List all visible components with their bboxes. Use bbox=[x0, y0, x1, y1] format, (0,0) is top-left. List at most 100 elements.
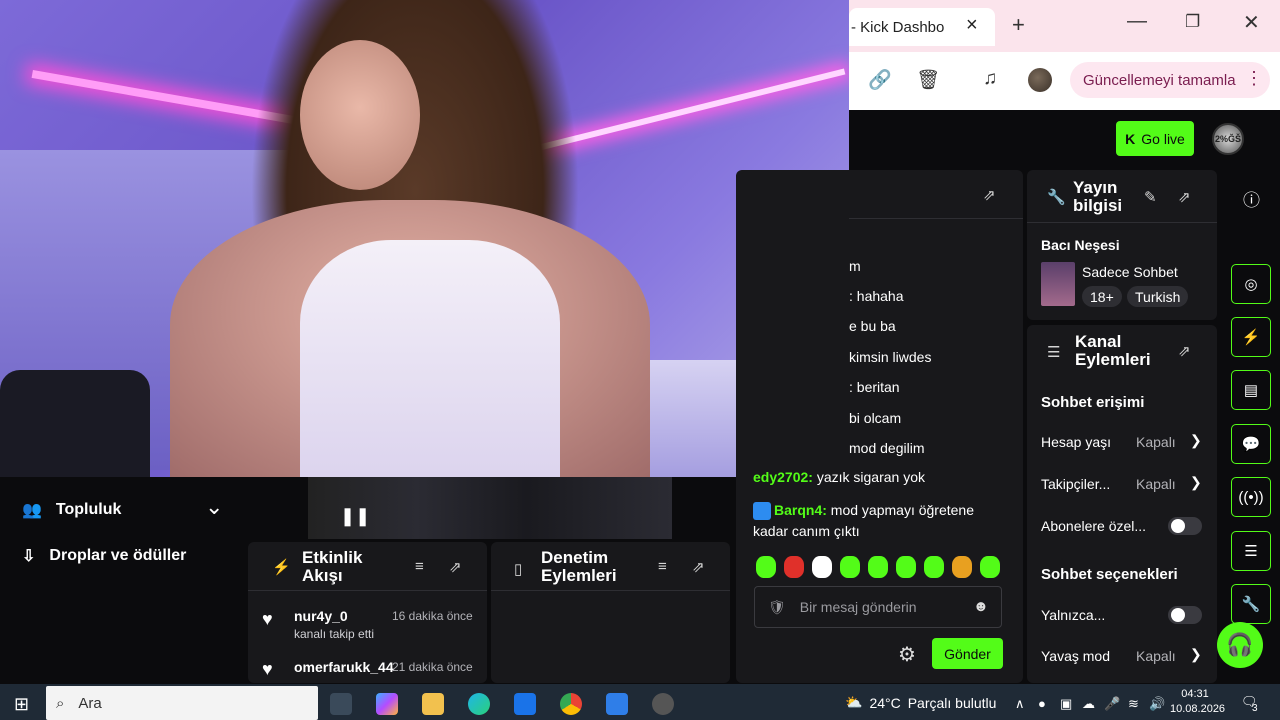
stream-info-title: Yayın bilgisi bbox=[1073, 178, 1123, 215]
edge-icon[interactable] bbox=[468, 693, 490, 715]
obs-icon[interactable] bbox=[652, 693, 674, 715]
restore-button[interactable]: ❐ bbox=[1185, 12, 1200, 32]
divider bbox=[491, 590, 730, 591]
setting-value[interactable]: Kapalı bbox=[1136, 434, 1176, 450]
file-explorer-icon[interactable] bbox=[422, 693, 444, 715]
chevron-right-icon[interactable]: ❯ bbox=[1190, 432, 1202, 449]
new-tab-button[interactable]: + bbox=[1012, 12, 1025, 38]
edit-icon[interactable]: ✎ bbox=[1144, 188, 1157, 206]
lightning-icon[interactable]: ⚡ bbox=[1231, 317, 1271, 357]
nav-item-community[interactable]: 👥 Topluluk bbox=[22, 500, 121, 520]
emote-icon[interactable] bbox=[840, 556, 860, 578]
copilot-icon[interactable] bbox=[376, 693, 398, 715]
wifi-icon[interactable]: ≋ bbox=[1128, 696, 1139, 712]
weather-widget[interactable]: ⛅ 24°C Parçalı bulutlu bbox=[845, 694, 996, 711]
windows-start-icon[interactable]: ⊞ bbox=[14, 694, 29, 715]
filter-icon[interactable]: ≡ bbox=[415, 558, 424, 575]
pause-icon[interactable]: ❚❚ bbox=[340, 506, 370, 527]
setting-value[interactable]: Kapalı bbox=[1136, 648, 1176, 664]
stream-video[interactable] bbox=[0, 0, 849, 477]
chat-message: edy2702: yazık sigaran yok bbox=[753, 469, 925, 485]
nav-item-drops[interactable]: ⇩ Droplar ve ödüller bbox=[22, 546, 186, 566]
chat-icon[interactable]: 💬 bbox=[1231, 424, 1271, 464]
browser-profile-avatar[interactable] bbox=[1028, 68, 1052, 92]
popout-icon[interactable]: ⇗ bbox=[449, 558, 462, 576]
emote-icon[interactable] bbox=[980, 556, 1000, 578]
menu-icon[interactable]: ⋮ bbox=[1245, 68, 1263, 89]
setting-value[interactable]: Kapalı bbox=[1136, 476, 1176, 492]
stack-icon[interactable]: ☰ bbox=[1231, 531, 1271, 571]
emote-icon[interactable] bbox=[924, 556, 944, 578]
chat-username[interactable]: Barqn4: bbox=[774, 502, 827, 518]
playlist-icon[interactable]: ♫ bbox=[983, 68, 997, 90]
app-tray-icon[interactable]: ● bbox=[1038, 696, 1046, 711]
device-icon[interactable]: ▣ bbox=[1060, 696, 1072, 712]
close-tab-icon[interactable]: × bbox=[966, 14, 978, 37]
popout-icon[interactable]: ⇗ bbox=[983, 186, 996, 204]
document-icon[interactable]: ▤ bbox=[1231, 370, 1271, 410]
chevron-down-icon[interactable]: ⌄ bbox=[205, 494, 223, 520]
weather-temp: 24°C bbox=[869, 694, 901, 711]
event-user[interactable]: omerfarukk_44 bbox=[294, 659, 394, 675]
category-thumbnail bbox=[1041, 262, 1075, 306]
microphone-icon[interactable]: 🎤 bbox=[1104, 696, 1120, 712]
chevron-right-icon[interactable]: ❯ bbox=[1190, 474, 1202, 491]
outlook-icon[interactable] bbox=[514, 693, 536, 715]
go-live-button[interactable]: K Go live bbox=[1116, 121, 1194, 156]
minimize-button[interactable]: — bbox=[1127, 10, 1147, 33]
trash-icon[interactable]: 🗑 bbox=[916, 68, 940, 92]
wrench-icon[interactable]: 🔧 bbox=[1231, 584, 1271, 624]
clock[interactable]: 04:31 10.08.2026 bbox=[1170, 687, 1226, 717]
store-icon[interactable] bbox=[606, 693, 628, 715]
link-icon[interactable]: 🔗 bbox=[868, 68, 892, 92]
chrome-icon[interactable] bbox=[560, 693, 582, 715]
chat-message: : beritan bbox=[849, 379, 900, 395]
info-icon[interactable]: ⓘ bbox=[1243, 186, 1260, 211]
popout-icon[interactable]: ⇗ bbox=[1178, 342, 1191, 360]
divider bbox=[849, 218, 1023, 219]
chat-username[interactable]: edy2702: bbox=[753, 469, 813, 485]
subscribers-toggle[interactable] bbox=[1168, 517, 1202, 535]
clock-date: 10.08.2026 bbox=[1170, 703, 1226, 715]
notification-count: 3 bbox=[1252, 703, 1258, 714]
divider bbox=[1027, 222, 1217, 223]
event-user[interactable]: nur4y_0 bbox=[294, 608, 348, 624]
broadcast-icon[interactable]: ((•)) bbox=[1231, 477, 1271, 517]
emote-icon[interactable] bbox=[952, 556, 972, 578]
video-face bbox=[300, 40, 420, 190]
activity-title: Etkinlik Akışı bbox=[302, 548, 363, 585]
channel-actions-title: Kanal Eylemleri bbox=[1075, 332, 1151, 369]
task-view-icon[interactable] bbox=[330, 693, 352, 715]
stack-icon: ☰ bbox=[1047, 344, 1061, 361]
event-time: 21 dakika önce bbox=[392, 660, 473, 674]
chat-input[interactable]: 🛡 Bir mesaj gönderin bbox=[754, 586, 1002, 628]
capture-icon[interactable]: ◎ bbox=[1231, 264, 1271, 304]
chevron-up-icon[interactable]: ∧ bbox=[1015, 696, 1025, 712]
filter-icon[interactable]: ≡ bbox=[658, 558, 667, 575]
close-window-button[interactable]: ✕ bbox=[1243, 10, 1260, 35]
video-chair bbox=[0, 370, 150, 477]
gift-icon: ⇩ bbox=[22, 548, 36, 565]
send-button[interactable]: Gönder bbox=[932, 638, 1003, 669]
gear-icon[interactable]: ⚙ bbox=[898, 642, 916, 667]
emoji-icon[interactable]: ☻ bbox=[973, 598, 989, 615]
emote-icon[interactable] bbox=[756, 556, 776, 578]
taskbar-search[interactable]: ⌕ Ara bbox=[46, 686, 318, 720]
emote-icon[interactable] bbox=[784, 556, 804, 578]
emote-icon[interactable] bbox=[868, 556, 888, 578]
cloud-icon[interactable]: ☁ bbox=[1082, 696, 1095, 712]
help-icon[interactable]: 🎧 bbox=[1217, 622, 1263, 668]
emote-icon[interactable] bbox=[812, 556, 832, 578]
volume-icon[interactable]: 🔊 bbox=[1149, 696, 1165, 712]
chat-message: bi olcam bbox=[849, 410, 902, 426]
event-time: 16 dakika önce bbox=[392, 609, 473, 623]
only-toggle[interactable] bbox=[1168, 606, 1202, 624]
setting-label: Yavaş mod bbox=[1041, 648, 1110, 664]
profile-avatar[interactable]: 2%ĞŠ bbox=[1212, 123, 1244, 155]
popout-icon[interactable]: ⇗ bbox=[1178, 188, 1191, 206]
update-button[interactable]: Güncellemeyi tamamla bbox=[1070, 62, 1270, 98]
emote-icon[interactable] bbox=[896, 556, 916, 578]
popout-icon[interactable]: ⇗ bbox=[692, 558, 705, 576]
setting-label: Abonelere özel... bbox=[1041, 518, 1147, 534]
chevron-right-icon[interactable]: ❯ bbox=[1190, 646, 1202, 663]
